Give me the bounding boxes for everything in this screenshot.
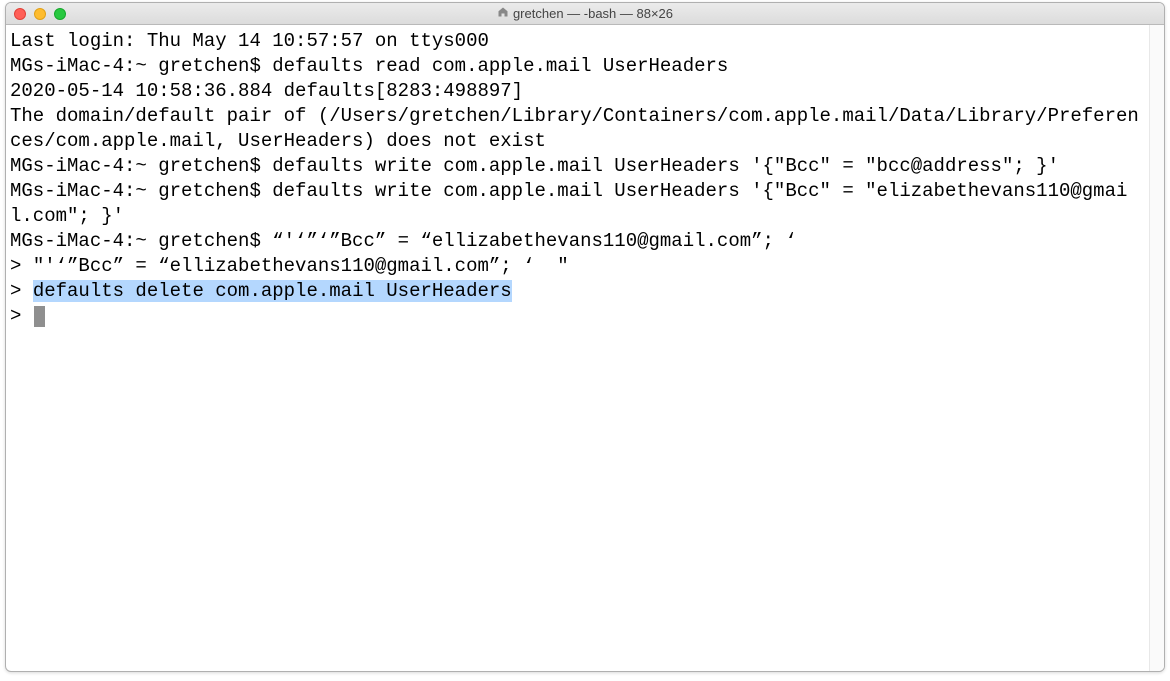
window-title-text: gretchen — -bash — 88×26	[513, 6, 673, 21]
minimize-icon[interactable]	[34, 8, 46, 20]
terminal-line: >	[10, 304, 1145, 329]
traffic-lights	[6, 8, 66, 20]
terminal-window: gretchen — -bash — 88×26 Last login: Thu…	[5, 2, 1165, 672]
terminal-line: The domain/default pair of (/Users/gretc…	[10, 104, 1145, 154]
terminal-area: Last login: Thu May 14 10:57:57 on ttys0…	[6, 25, 1164, 671]
terminal-output[interactable]: Last login: Thu May 14 10:57:57 on ttys0…	[6, 25, 1149, 671]
terminal-line: MGs-iMac-4:~ gretchen$ defaults write co…	[10, 179, 1145, 229]
close-icon[interactable]	[14, 8, 26, 20]
zoom-icon[interactable]	[54, 8, 66, 20]
terminal-line: > "'‘”Bcc” = “ellizabethevans110@gmail.c…	[10, 254, 1145, 279]
terminal-text: "'‘”Bcc” = “ellizabethevans110@gmail.com…	[33, 255, 569, 277]
terminal-line: MGs-iMac-4:~ gretchen$ defaults read com…	[10, 54, 1145, 79]
home-icon	[497, 6, 509, 21]
cursor-icon	[34, 306, 45, 327]
titlebar[interactable]: gretchen — -bash — 88×26	[6, 3, 1164, 25]
continuation-prompt: >	[10, 305, 33, 327]
continuation-prompt: >	[10, 255, 33, 277]
continuation-prompt: >	[10, 280, 33, 302]
terminal-line: > defaults delete com.apple.mail UserHea…	[10, 279, 1145, 304]
selected-text: defaults delete com.apple.mail UserHeade…	[33, 280, 512, 302]
terminal-line: 2020-05-14 10:58:36.884 defaults[8283:49…	[10, 79, 1145, 104]
terminal-line: MGs-iMac-4:~ gretchen$ “'‘”‘”Bcc” = “ell…	[10, 229, 1145, 254]
scrollbar[interactable]	[1149, 25, 1164, 671]
terminal-line: MGs-iMac-4:~ gretchen$ defaults write co…	[10, 154, 1145, 179]
window-title: gretchen — -bash — 88×26	[6, 6, 1164, 21]
terminal-line: Last login: Thu May 14 10:57:57 on ttys0…	[10, 29, 1145, 54]
